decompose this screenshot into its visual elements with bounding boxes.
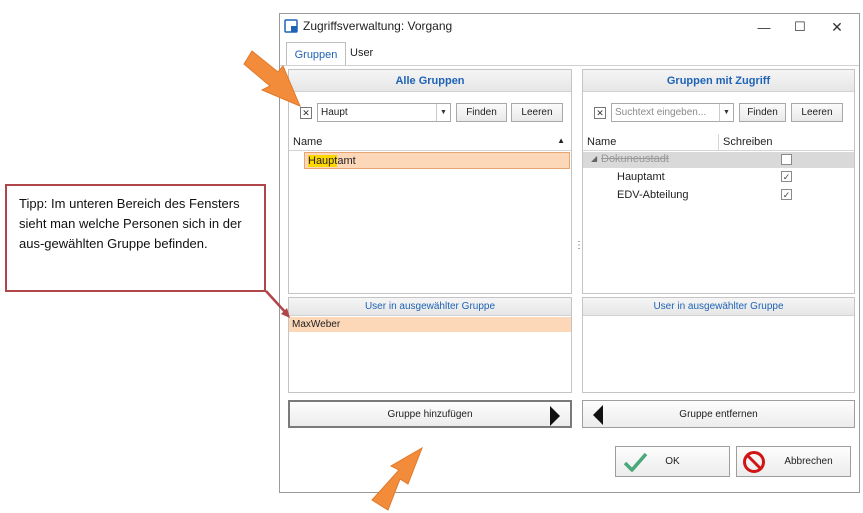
- column-divider: [718, 134, 719, 151]
- right-users-panel: User in ausgewählter Gruppe: [582, 297, 855, 393]
- remove-group-button[interactable]: Gruppe entfernen: [582, 400, 855, 428]
- table-row[interactable]: Hauptamt: [304, 152, 570, 169]
- maximize-button[interactable]: ☐: [783, 14, 817, 40]
- all-groups-header: Alle Gruppen: [289, 70, 571, 92]
- arrow-right-icon: [550, 406, 560, 426]
- access-search-input[interactable]: Suchtext eingeben... ▼: [611, 103, 734, 122]
- window-title: Zugriffsverwaltung: Vorgang: [303, 19, 453, 33]
- sort-asc-icon: ▲: [557, 136, 565, 145]
- minimize-button[interactable]: —: [747, 14, 781, 40]
- close-button[interactable]: ✕: [820, 14, 854, 40]
- write-column-label[interactable]: Schreiben: [723, 136, 773, 148]
- write-checkbox[interactable]: [781, 154, 792, 165]
- tab-user[interactable]: User: [350, 47, 373, 59]
- group-search-value: Haupt: [321, 107, 348, 118]
- add-group-label: Gruppe hinzufügen: [387, 408, 473, 420]
- clear-filter-icon[interactable]: ✕: [594, 107, 606, 119]
- app-icon: [284, 19, 298, 33]
- table-row[interactable]: ◢ Dokuneustadt: [583, 152, 854, 168]
- access-column-header: Name Schreiben: [583, 134, 854, 151]
- find-button[interactable]: Finden: [739, 103, 786, 122]
- row-name: Dokuneustadt: [601, 153, 669, 165]
- left-users-panel: User in ausgewählter Gruppe MaxWeber: [288, 297, 572, 393]
- group-search-input[interactable]: Haupt ▼: [317, 103, 451, 122]
- dialog-window: Zugriffsverwaltung: Vorgang — ☐ ✕ Gruppe…: [279, 13, 860, 493]
- table-row[interactable]: EDV-Abteilung ✓: [583, 187, 854, 204]
- find-button[interactable]: Finden: [456, 103, 507, 122]
- clear-button[interactable]: Leeren: [791, 103, 843, 122]
- row-name: EDV-Abteilung: [617, 189, 689, 201]
- write-checkbox[interactable]: ✓: [781, 171, 792, 182]
- groups-with-access-header: Gruppen mit Zugriff: [583, 70, 854, 92]
- checkmark-icon: [623, 452, 648, 472]
- user-name: MaxWeber: [292, 319, 341, 330]
- cancel-button[interactable]: Abbrechen: [736, 446, 851, 477]
- cancel-icon: [743, 451, 765, 473]
- row-name: Hauptamt: [617, 171, 665, 183]
- tip-callout: Tipp: Im unteren Bereich des Fensters si…: [5, 184, 266, 292]
- name-column-label[interactable]: Name: [587, 136, 616, 148]
- search-match-highlight: Haupt: [308, 155, 338, 167]
- add-group-button[interactable]: Gruppe hinzufügen: [288, 400, 572, 428]
- arrow-left-icon: [593, 405, 603, 425]
- chevron-down-icon[interactable]: ▼: [719, 104, 733, 121]
- name-column-label: Name: [293, 136, 323, 148]
- access-search-placeholder: Suchtext eingeben...: [615, 107, 707, 118]
- tab-divider: [280, 65, 859, 66]
- clear-button[interactable]: Leeren: [511, 103, 563, 122]
- name-column-header[interactable]: Name ▲: [289, 134, 571, 151]
- ok-label: OK: [665, 456, 680, 467]
- table-row[interactable]: Hauptamt ✓: [583, 169, 854, 186]
- cancel-label: Abbrechen: [784, 456, 833, 467]
- list-item[interactable]: MaxWeber: [289, 317, 571, 332]
- tab-gruppen[interactable]: Gruppen: [286, 42, 346, 66]
- chevron-down-icon[interactable]: ▼: [436, 104, 450, 121]
- row-name-rest: amt: [337, 155, 356, 167]
- title-bar: Zugriffsverwaltung: Vorgang — ☐ ✕: [280, 14, 859, 40]
- collapse-icon[interactable]: ◢: [591, 154, 597, 163]
- left-users-header: User in ausgewählter Gruppe: [289, 298, 571, 316]
- ok-button[interactable]: OK: [615, 446, 730, 477]
- remove-group-label: Gruppe entfernen: [679, 408, 758, 420]
- all-groups-panel: Alle Gruppen ✕ Haupt ▼ Finden Leeren Nam…: [288, 69, 572, 294]
- write-checkbox[interactable]: ✓: [781, 189, 792, 200]
- clear-filter-icon[interactable]: ✕: [300, 107, 312, 119]
- groups-with-access-panel: Gruppen mit Zugriff ✕ Suchtext eingeben.…: [582, 69, 855, 294]
- right-users-header: User in ausgewählter Gruppe: [583, 298, 854, 316]
- tip-text: Tipp: Im unteren Bereich des Fensters si…: [19, 196, 242, 251]
- splitter-handle[interactable]: ⋮: [574, 241, 584, 258]
